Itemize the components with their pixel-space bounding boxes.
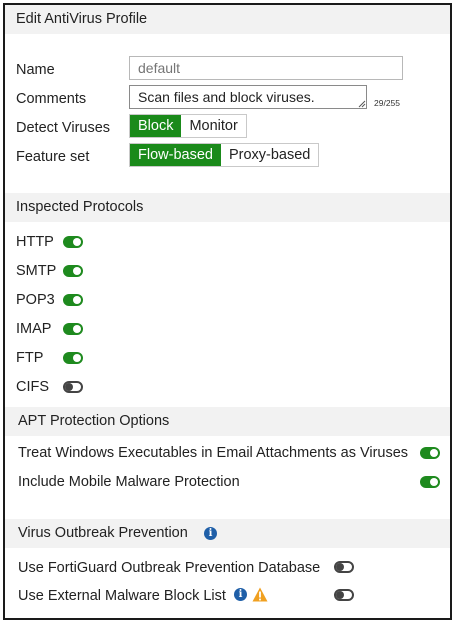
feature-proxy-based-button[interactable]: Proxy-based — [220, 144, 319, 166]
protocol-imap-label: IMAP — [16, 321, 52, 337]
comments-char-counter: 29/255 — [374, 98, 400, 108]
apt-mobile-malware-toggle[interactable] — [420, 476, 440, 488]
name-label: Name — [16, 62, 55, 78]
detect-block-button[interactable]: Block — [130, 115, 182, 137]
protocol-smtp-label: SMTP — [16, 263, 57, 279]
toggle-knob — [73, 238, 81, 246]
name-field[interactable] — [129, 56, 403, 80]
toggle-knob — [73, 354, 81, 362]
inspected-protocols-header: Inspected Protocols — [5, 193, 450, 222]
outbreak-fortiguard-label: Use FortiGuard Outbreak Prevention Datab… — [18, 560, 321, 576]
toggle-knob — [73, 325, 81, 333]
protocol-pop3-toggle[interactable] — [63, 294, 83, 306]
apt-windows-executables-label: Treat Windows Executables in Email Attac… — [18, 445, 409, 461]
protocol-cifs-toggle[interactable] — [63, 381, 83, 393]
outbreak-external-blocklist-label: Use External Malware Block List — [18, 588, 226, 604]
protocol-http-toggle[interactable] — [63, 236, 83, 248]
protocol-cifs-label: CIFS — [16, 379, 50, 395]
detect-viruses-toggle-group: Block Monitor — [129, 114, 247, 138]
detect-viruses-label: Detect Viruses — [16, 120, 111, 136]
comments-field[interactable]: Scan files and block viruses. — [129, 85, 367, 109]
protocol-imap-toggle[interactable] — [63, 323, 83, 335]
feature-set-label: Feature set — [16, 149, 90, 165]
protocol-pop3-label: POP3 — [16, 292, 55, 308]
virus-outbreak-header: Virus Outbreak Prevention — [5, 519, 450, 548]
comments-wrapper: Scan files and block viruses. — [129, 85, 367, 109]
toggle-knob — [73, 267, 81, 275]
protocol-ftp-label: FTP — [16, 350, 44, 366]
toggle-knob — [73, 296, 81, 304]
toggle-knob — [430, 449, 438, 457]
apt-mobile-malware-label: Include Mobile Malware Protection — [18, 474, 240, 490]
warning-triangle-icon — [252, 587, 268, 602]
outbreak-external-blocklist-toggle[interactable] — [334, 589, 354, 601]
toggle-knob — [65, 383, 73, 391]
apt-windows-executables-toggle[interactable] — [420, 447, 440, 459]
detect-monitor-button[interactable]: Monitor — [181, 115, 246, 137]
toggle-knob — [336, 591, 344, 599]
toggle-knob — [430, 478, 438, 486]
edit-antivirus-profile-dialog: Edit AntiVirus Profile Name Comments Sca… — [3, 3, 452, 620]
toggle-knob — [336, 563, 344, 571]
outbreak-fortiguard-toggle[interactable] — [334, 561, 354, 573]
info-circle-icon[interactable]: i — [234, 588, 247, 601]
protocol-smtp-toggle[interactable] — [63, 265, 83, 277]
apt-protection-header: APT Protection Options — [5, 407, 450, 436]
dialog-title: Edit AntiVirus Profile — [5, 5, 450, 34]
info-circle-icon[interactable]: i — [204, 527, 217, 540]
protocol-http-label: HTTP — [16, 234, 54, 250]
protocol-ftp-toggle[interactable] — [63, 352, 83, 364]
feature-flow-based-button[interactable]: Flow-based — [130, 144, 221, 166]
resize-grip-icon[interactable] — [358, 100, 366, 108]
virus-outbreak-header-label: Virus Outbreak Prevention — [18, 525, 188, 541]
comments-label: Comments — [16, 91, 87, 107]
feature-set-toggle-group: Flow-based Proxy-based — [129, 143, 320, 167]
